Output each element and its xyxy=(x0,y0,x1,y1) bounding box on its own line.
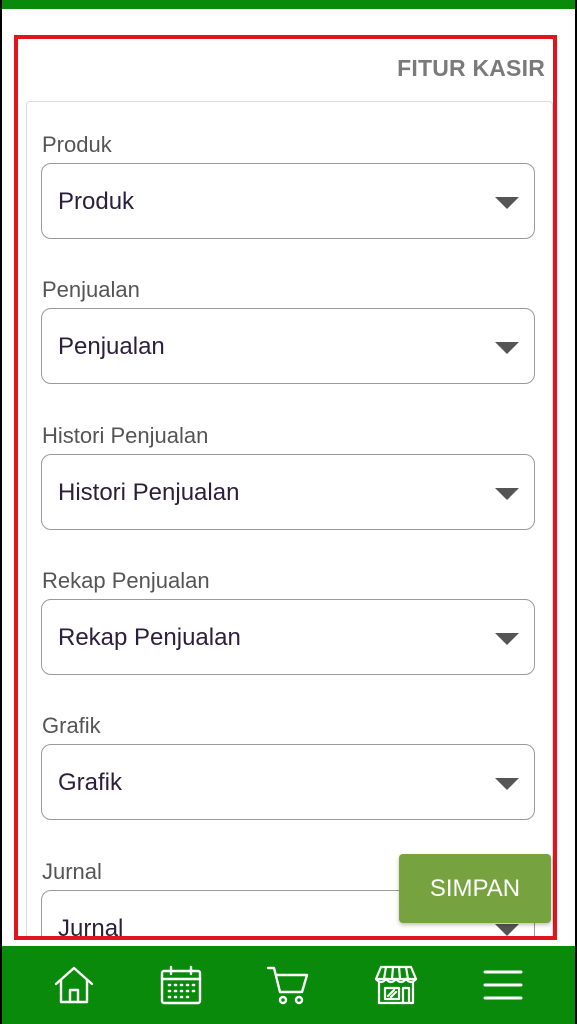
field-label: Produk xyxy=(42,132,112,157)
feature-form: Produk Produk Penjualan Penjualan Histor… xyxy=(26,101,553,940)
highlighted-content-area: FITUR KASIR Produk Produk Penjualan Penj… xyxy=(14,35,557,940)
bottom-navigation xyxy=(2,946,575,1024)
histori-penjualan-select[interactable]: Histori Penjualan xyxy=(41,454,535,530)
field-label: Histori Penjualan xyxy=(42,423,209,448)
penjualan-select[interactable]: Penjualan xyxy=(41,308,535,384)
dropdown-caret-icon xyxy=(495,197,519,209)
nav-calendar[interactable] xyxy=(151,955,211,1015)
field-label: Jurnal xyxy=(42,859,102,884)
home-icon xyxy=(54,966,93,1004)
save-button[interactable]: SIMPAN xyxy=(399,854,551,923)
select-value: Produk xyxy=(58,188,135,215)
nav-store[interactable] xyxy=(366,955,426,1015)
select-value: Histori Penjualan xyxy=(58,479,240,506)
dropdown-caret-icon xyxy=(495,924,519,936)
select-value: Jurnal xyxy=(58,915,124,940)
select-value: Rekap Penjualan xyxy=(58,624,241,651)
produk-select[interactable]: Produk xyxy=(41,163,535,239)
nav-cart[interactable] xyxy=(258,955,318,1015)
field-label: Rekap Penjualan xyxy=(42,568,210,593)
dropdown-caret-icon xyxy=(495,633,519,645)
cart-icon xyxy=(267,966,309,1005)
select-value: Grafik xyxy=(58,769,123,796)
section-title: FITUR KASIR xyxy=(397,55,545,81)
menu-icon xyxy=(483,970,523,1000)
nav-home[interactable] xyxy=(44,955,104,1015)
rekap-penjualan-select[interactable]: Rekap Penjualan xyxy=(41,599,535,675)
dropdown-caret-icon xyxy=(495,488,519,500)
field-label: Penjualan xyxy=(42,277,140,302)
store-icon xyxy=(374,965,417,1005)
grafik-select[interactable]: Grafik xyxy=(41,744,535,820)
dropdown-caret-icon xyxy=(495,342,519,354)
top-status-bar xyxy=(2,0,575,9)
nav-menu[interactable] xyxy=(473,955,533,1015)
app-screen: FITUR KASIR Produk Produk Penjualan Penj… xyxy=(2,0,575,1024)
select-value: Penjualan xyxy=(58,333,165,360)
dropdown-caret-icon xyxy=(495,778,519,790)
calendar-icon xyxy=(160,965,202,1005)
field-label: Grafik xyxy=(42,713,101,738)
